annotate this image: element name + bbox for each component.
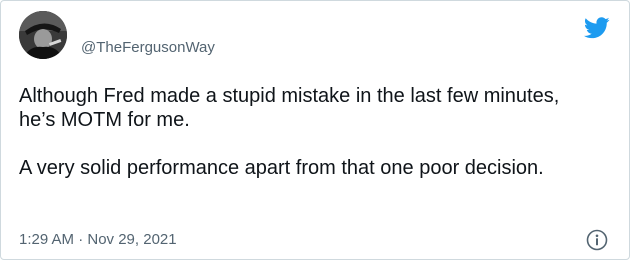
- avatar-image: [19, 11, 67, 59]
- tweet-paragraph: Although Fred made a stupid mistake in t…: [19, 85, 560, 131]
- user-handle[interactable]: @TheFergusonWay: [81, 39, 215, 57]
- twitter-bird-icon[interactable]: [584, 17, 610, 39]
- avatar[interactable]: [19, 11, 67, 59]
- tweet-card: @TheFergusonWay Although Fred made a stu…: [0, 0, 630, 260]
- info-icon[interactable]: [586, 229, 608, 251]
- tweet-timestamp[interactable]: 1:29 AM · Nov 29, 2021: [19, 231, 177, 249]
- tweet-paragraph: A very solid performance apart from that…: [19, 157, 544, 179]
- tweet-body: Although Fred made a stupid mistake in t…: [19, 84, 579, 180]
